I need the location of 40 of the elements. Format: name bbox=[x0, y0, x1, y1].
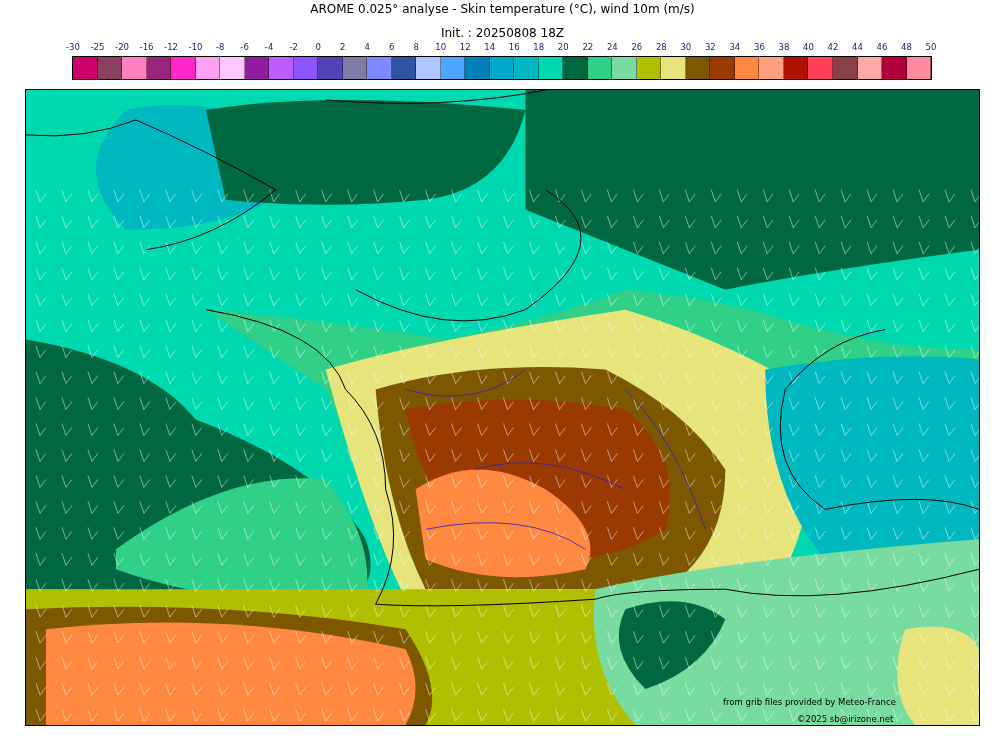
colorbar-tick-label: 34 bbox=[729, 41, 741, 53]
colorbar-tick-label: -12 bbox=[164, 41, 178, 53]
colorbar-tick-label: 36 bbox=[754, 41, 765, 53]
colorbar-tick-label: -16 bbox=[139, 41, 154, 53]
colorbar-tick-label: 28 bbox=[655, 41, 667, 53]
colorbar-tick-label: 42 bbox=[827, 41, 839, 53]
colorbar-tick-label: 16 bbox=[508, 41, 520, 53]
colorbar-tick-label: 18 bbox=[533, 41, 545, 53]
colorbar-tick-label: 40 bbox=[803, 41, 814, 53]
colorbar-tick-label: -6 bbox=[240, 41, 249, 53]
colorbar-tick-label: -10 bbox=[188, 41, 203, 53]
colorbar-tick-label: 6 bbox=[388, 41, 395, 53]
colorbar-tick-label: 20 bbox=[557, 41, 569, 53]
colorbar-tick-label: 24 bbox=[606, 41, 618, 53]
colorbar-tick-label: 44 bbox=[852, 41, 863, 53]
source-note: from grib files provided by Meteo-France bbox=[723, 696, 896, 709]
colorbar-tick-label: 46 bbox=[876, 41, 888, 53]
colorbar-tick-label: 12 bbox=[459, 41, 471, 53]
colorbar-tick-label: 8 bbox=[413, 41, 419, 53]
copyright-note: ©2025 sb@irizone.net bbox=[797, 713, 894, 726]
colorbar-tick-label: 50 bbox=[925, 41, 937, 53]
colorbar-tick-label: -30 bbox=[66, 41, 80, 53]
colorbar-tick-label: 10 bbox=[435, 41, 447, 53]
colorbar-tick-label: 14 bbox=[484, 41, 496, 53]
colorbar-tick-label: -8 bbox=[215, 41, 225, 53]
colorbar-tick-label: 2 bbox=[339, 41, 346, 53]
colorbar-tick-label: -20 bbox=[115, 41, 129, 53]
colorbar-tick-label: 26 bbox=[631, 41, 643, 53]
colorbar-tick-label: 48 bbox=[901, 41, 912, 53]
chart-subtitle: Init. : 20250808 18Z bbox=[439, 25, 566, 42]
colorbar-tick-label: 0 bbox=[315, 41, 321, 53]
colorbar-tick-label: 32 bbox=[704, 41, 716, 53]
colorbar-tick-label: 30 bbox=[680, 41, 692, 53]
colorbar-tick-label: -4 bbox=[264, 41, 274, 53]
colorbar-tick-label: 4 bbox=[364, 41, 370, 53]
colorbar-tick-label: 38 bbox=[778, 41, 790, 53]
colorbar-tick-label: -25 bbox=[90, 41, 105, 53]
colorbar-tick-label: 22 bbox=[582, 41, 594, 53]
chart-title: AROME 0.025° analyse - Skin temperature (°C), wind 10m (m/s) bbox=[309, 1, 696, 18]
colorbar-tick-label: -2 bbox=[289, 41, 298, 53]
